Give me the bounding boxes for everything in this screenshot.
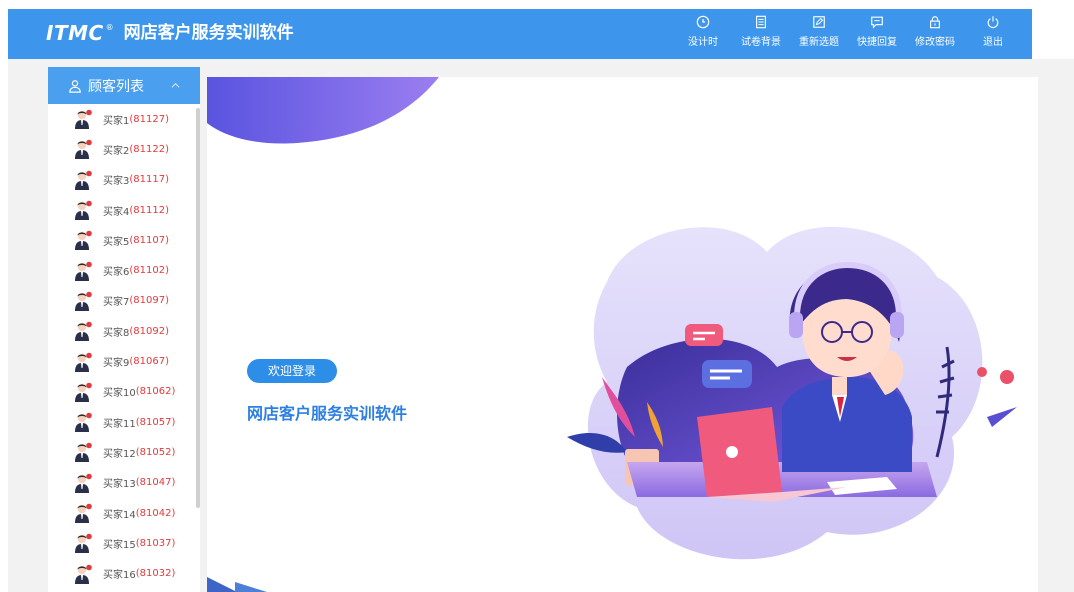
customer-list-item[interactable]: 买家4 (81112) xyxy=(48,195,200,225)
document-icon xyxy=(756,15,766,29)
reselect-question-button[interactable]: 重新选题 xyxy=(790,15,848,48)
power-icon xyxy=(987,16,999,29)
customer-name: 买家11 xyxy=(103,418,136,430)
customer-list-item[interactable]: 买家11 (81057) xyxy=(48,407,200,437)
customer-list-item[interactable]: 买家16 (81032) xyxy=(48,558,200,588)
customer-list-item[interactable]: 买家6 (81102) xyxy=(48,255,200,285)
exam-background-label: 试卷背景 xyxy=(741,37,781,48)
chevron-up-icon[interactable] xyxy=(171,81,180,90)
customer-name: 买家13 xyxy=(103,479,136,491)
chat-icon xyxy=(871,16,883,29)
customer-name: 买家12 xyxy=(103,448,136,460)
customer-avatar-icon xyxy=(75,170,92,190)
customer-id: (81127) xyxy=(129,113,169,125)
customer-id: (81097) xyxy=(129,295,169,307)
customer-id: (81047) xyxy=(135,477,176,489)
customer-sidebar: 顾客列表 买家1 (81127) 买家2 (81122) 买家3 (81117) 买家4 (8… xyxy=(48,67,200,592)
customer-list-item[interactable]: 买家10 (81062) xyxy=(48,377,200,407)
customer-name: 买家7 xyxy=(103,297,130,309)
customer-id: (81107) xyxy=(129,234,169,246)
customer-name: 买家16 xyxy=(103,570,136,582)
customer-list-item[interactable]: 买家8 (81092) xyxy=(48,316,200,346)
customer-avatar-icon xyxy=(75,443,92,463)
customer-list-item[interactable]: 买家14 (81042) xyxy=(48,498,200,528)
customer-avatar-icon xyxy=(75,473,92,493)
top-nav: 没计时 试卷背景 重新选题 快捷回复 修改密码 退出 xyxy=(674,15,1022,48)
customer-avatar-icon xyxy=(75,412,92,433)
customer-list-header[interactable]: 顾客列表 xyxy=(48,67,200,104)
reselect-question-label: 重新选题 xyxy=(799,37,839,48)
customer-avatar-icon xyxy=(75,533,92,554)
customer-name: 买家14 xyxy=(103,509,136,521)
exam-background-button[interactable]: 试卷背景 xyxy=(732,15,790,48)
customer-id: (81032) xyxy=(135,568,176,580)
customer-id: (81052) xyxy=(135,446,176,458)
customer-avatar-icon xyxy=(75,352,92,372)
customer-name: 买家5 xyxy=(103,236,130,248)
customer-name: 买家1 xyxy=(103,115,130,127)
customer-list-title: 顾客列表 xyxy=(88,78,144,95)
customer-avatar-icon xyxy=(75,503,92,523)
customer-avatar-icon xyxy=(75,261,92,281)
customer-name: 买家9 xyxy=(103,358,130,370)
customer-name: 买家6 xyxy=(103,267,130,279)
customer-name: 买家3 xyxy=(103,176,130,188)
quick-reply-button[interactable]: 快捷回复 xyxy=(848,15,906,48)
customer-name: 买家2 xyxy=(103,145,130,157)
customer-name: 买家10 xyxy=(103,388,136,400)
customer-list-item[interactable]: 买家7 (81097) xyxy=(48,286,200,316)
welcome-login-badge[interactable]: 欢迎登录 xyxy=(247,359,337,383)
timer-button[interactable]: 没计时 xyxy=(674,15,732,48)
customer-avatar-icon xyxy=(75,231,92,251)
customer-list-item[interactable]: 买家15 (81037) xyxy=(48,528,200,558)
change-password-button[interactable]: 修改密码 xyxy=(906,15,964,48)
logo-registered-mark: ® xyxy=(105,23,114,32)
welcome-panel: 欢迎登录 网店客户服务实训软件 xyxy=(207,77,1038,592)
customer-list-item[interactable]: 买家1 (81127) xyxy=(48,104,200,134)
customer-avatar-icon xyxy=(75,382,92,402)
customer-list-item[interactable]: 买家2 (81122) xyxy=(48,134,200,164)
clock-icon xyxy=(696,15,710,29)
customer-id: (81102) xyxy=(129,265,169,277)
lock-icon xyxy=(930,16,940,29)
quick-reply-label: 快捷回复 xyxy=(857,37,897,48)
customer-id: (81057) xyxy=(135,416,176,428)
customer-id: (81122) xyxy=(129,143,169,155)
customer-avatar-icon xyxy=(75,200,92,221)
customer-avatar-icon xyxy=(75,321,92,342)
change-password-label: 修改密码 xyxy=(915,37,955,48)
app-logo: ITMC ® 网店客户服务实训软件 xyxy=(46,21,294,47)
customer-name: 买家8 xyxy=(103,327,130,339)
decorative-blob xyxy=(207,77,1017,592)
customer-avatar-icon xyxy=(75,291,92,311)
logout-label: 退出 xyxy=(983,37,1003,48)
app-title: 网店客户服务实训软件 xyxy=(123,23,294,43)
customer-list-item[interactable]: 买家5 (81107) xyxy=(48,225,200,255)
customer-list-item[interactable]: 买家12 (81052) xyxy=(48,437,200,467)
customer-avatar-icon xyxy=(75,109,92,130)
customer-id: (81037) xyxy=(135,537,176,549)
logout-button[interactable]: 退出 xyxy=(964,15,1022,48)
customer-avatar-icon xyxy=(75,564,92,584)
logo-text: ITMC xyxy=(46,21,104,45)
top-header: ITMC ® 网店客户服务实训软件 没计时 试卷背景 重新选题 快捷回复 修改密… xyxy=(8,9,1032,59)
customer-list: 买家1 (81127) 买家2 (81122) 买家3 (81117) 买家4 (81112)… xyxy=(48,104,200,589)
timer-label: 没计时 xyxy=(688,37,718,48)
customer-id: (81092) xyxy=(129,325,169,337)
customer-id: (81067) xyxy=(129,356,169,368)
customer-list-item[interactable]: 买家3 (81117) xyxy=(48,165,200,195)
customer-id: (81042) xyxy=(135,507,176,519)
edit-icon xyxy=(813,16,825,28)
sidebar-scrollbar[interactable] xyxy=(196,108,200,508)
customer-name: 买家4 xyxy=(103,206,130,218)
customer-avatar-icon xyxy=(75,140,92,160)
customer-id: (81062) xyxy=(135,386,176,398)
customer-list-item[interactable]: 买家9 (81067) xyxy=(48,346,200,376)
welcome-title: 网店客户服务实训软件 xyxy=(247,404,408,423)
customer-id: (81117) xyxy=(129,174,169,186)
customer-name: 买家15 xyxy=(103,539,136,551)
customer-list-item[interactable]: 买家13 (81047) xyxy=(48,468,200,498)
user-icon xyxy=(69,79,81,93)
customer-id: (81112) xyxy=(129,204,169,216)
